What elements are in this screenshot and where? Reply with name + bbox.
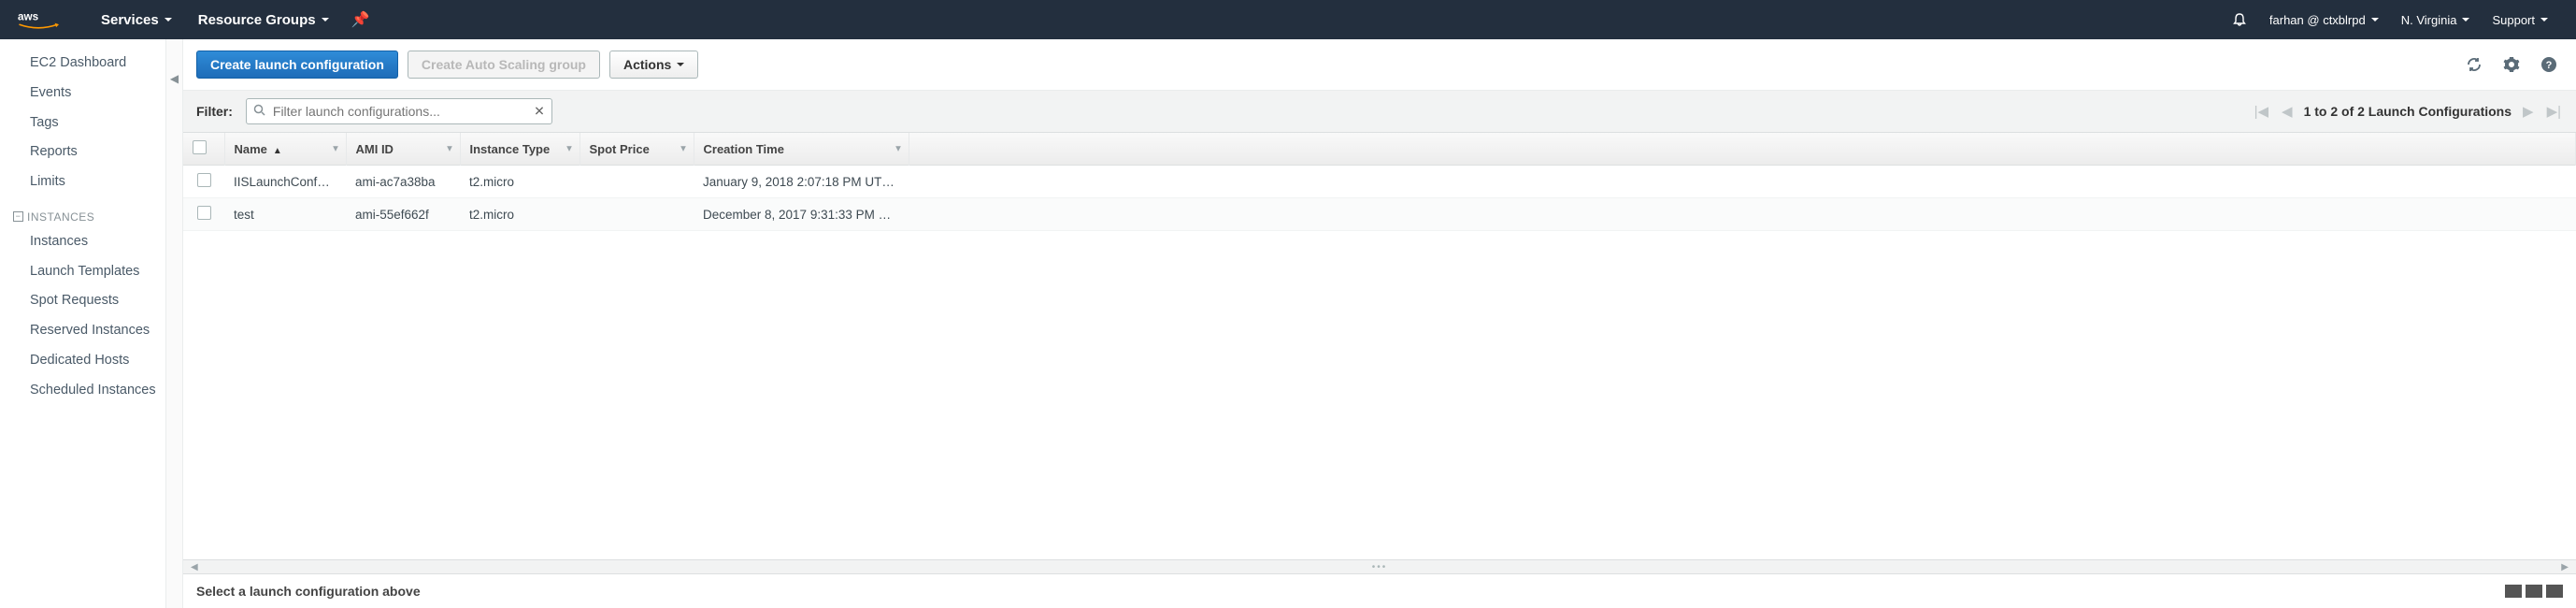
collapse-icon: − xyxy=(13,211,23,222)
region-menu[interactable]: N. Virginia xyxy=(2390,13,2482,27)
cell-created: January 9, 2018 2:07:18 PM UT… xyxy=(694,166,909,198)
top-nav: aws Services Resource Groups 📌 farhan @ … xyxy=(0,0,2576,39)
column-header-creation-time[interactable]: Creation Time▾ xyxy=(694,133,909,166)
clear-filter-icon[interactable]: ✕ xyxy=(534,104,545,120)
chevron-left-icon: ◀ xyxy=(170,72,179,85)
cell-created: December 8, 2017 9:31:33 PM … xyxy=(694,198,909,231)
sidebar-item-launch-templates[interactable]: Launch Templates xyxy=(0,257,165,287)
column-header-ami[interactable]: AMI ID▾ xyxy=(346,133,460,166)
services-menu[interactable]: Services xyxy=(88,0,185,39)
sidebar: EC2 Dashboard Events Tags Reports Limits… xyxy=(0,39,166,608)
chevron-right-icon: ▶ xyxy=(2561,562,2569,572)
account-label: farhan @ ctxblrpd xyxy=(2269,13,2366,27)
support-menu[interactable]: Support xyxy=(2481,13,2559,27)
sidebar-item-instances[interactable]: Instances xyxy=(0,227,165,257)
row-checkbox[interactable] xyxy=(197,206,211,220)
resource-groups-menu[interactable]: Resource Groups xyxy=(185,0,342,39)
sidebar-item-reports[interactable]: Reports xyxy=(0,138,165,167)
table-row[interactable]: test ami-55ef662f t2.micro December 8, 2… xyxy=(183,198,2576,231)
cell-ami: ami-55ef662f xyxy=(346,198,460,231)
settings-icon[interactable] xyxy=(2501,54,2522,75)
services-label: Services xyxy=(101,12,159,28)
sidebar-collapse-handle[interactable]: ◀ xyxy=(166,39,183,608)
pin-icon[interactable]: 📌 xyxy=(342,10,379,29)
column-menu-icon: ▾ xyxy=(680,144,685,154)
content-area: Create launch configuration Create Auto … xyxy=(183,39,2576,608)
cell-name: test xyxy=(224,198,346,231)
pagination: |◀ ◀ 1 to 2 of 2 Launch Configurations ▶… xyxy=(2253,103,2563,120)
cell-ami: ami-ac7a38ba xyxy=(346,166,460,198)
sidebar-item-events[interactable]: Events xyxy=(0,79,165,109)
chevron-down-icon xyxy=(165,18,172,22)
page-prev-icon[interactable]: ◀ xyxy=(2280,103,2295,120)
sidebar-item-tags[interactable]: Tags xyxy=(0,109,165,138)
resource-groups-label: Resource Groups xyxy=(198,12,316,28)
row-checkbox[interactable] xyxy=(197,173,211,187)
sidebar-group-label: INSTANCES xyxy=(27,210,94,224)
column-header-name[interactable]: Name▲▾ xyxy=(224,133,346,166)
sidebar-item-spot-requests[interactable]: Spot Requests xyxy=(0,286,165,316)
column-menu-icon: ▾ xyxy=(447,144,451,154)
view-mode-bottom[interactable] xyxy=(2505,585,2522,598)
column-menu-icon: ▾ xyxy=(895,144,900,154)
sidebar-group-instances[interactable]: − INSTANCES xyxy=(0,205,165,227)
sidebar-item-dedicated-hosts[interactable]: Dedicated Hosts xyxy=(0,346,165,376)
svg-text:aws: aws xyxy=(18,11,39,23)
select-all-checkbox[interactable] xyxy=(193,140,207,154)
region-label: N. Virginia xyxy=(2401,13,2457,27)
create-launch-configuration-button[interactable]: Create launch configuration xyxy=(196,51,398,79)
support-label: Support xyxy=(2492,13,2535,27)
chevron-down-icon xyxy=(2540,18,2548,22)
actions-label: Actions xyxy=(623,57,671,72)
sidebar-item-scheduled-instances[interactable]: Scheduled Instances xyxy=(0,376,165,406)
view-mode-full[interactable] xyxy=(2546,585,2563,598)
launch-configurations-table: Name▲▾ AMI ID▾ Instance Type▾ Spot Price… xyxy=(183,133,2576,231)
help-icon[interactable]: ? xyxy=(2539,54,2559,75)
detail-message: Select a launch configuration above xyxy=(196,584,421,599)
drag-grip-icon: ••• xyxy=(1372,562,1388,572)
column-header-spot-price[interactable]: Spot Price▾ xyxy=(580,133,694,166)
chevron-down-icon xyxy=(322,18,329,22)
sidebar-item-reserved-instances[interactable]: Reserved Instances xyxy=(0,316,165,346)
cell-spot xyxy=(580,166,694,198)
sort-asc-icon: ▲ xyxy=(273,146,282,156)
filter-bar: Filter: ✕ |◀ ◀ 1 to 2 of 2 Launch Config… xyxy=(183,91,2576,133)
filter-label: Filter: xyxy=(196,104,233,119)
action-bar: Create launch configuration Create Auto … xyxy=(183,39,2576,91)
aws-logo[interactable]: aws xyxy=(17,9,60,30)
table-row[interactable]: IISLaunchConf… ami-ac7a38ba t2.micro Jan… xyxy=(183,166,2576,198)
account-menu[interactable]: farhan @ ctxblrpd xyxy=(2258,13,2390,27)
actions-dropdown[interactable]: Actions xyxy=(609,51,698,79)
page-last-icon[interactable]: ▶| xyxy=(2545,103,2563,120)
sidebar-item-limits[interactable]: Limits xyxy=(0,167,165,197)
column-menu-icon: ▾ xyxy=(333,144,337,154)
page-first-icon[interactable]: |◀ xyxy=(2253,103,2270,120)
chevron-down-icon xyxy=(2462,18,2469,22)
refresh-icon[interactable] xyxy=(2464,54,2484,75)
page-status: 1 to 2 of 2 Launch Configurations xyxy=(2304,104,2512,119)
column-menu-icon: ▾ xyxy=(566,144,571,154)
view-mode-split[interactable] xyxy=(2526,585,2542,598)
main-layout: EC2 Dashboard Events Tags Reports Limits… xyxy=(0,39,2576,608)
column-header-instance-type[interactable]: Instance Type▾ xyxy=(460,133,580,166)
sidebar-item-ec2-dashboard[interactable]: EC2 Dashboard xyxy=(0,49,165,79)
page-next-icon[interactable]: ▶ xyxy=(2521,103,2536,120)
cell-type: t2.micro xyxy=(460,166,580,198)
detail-panel: Select a launch configuration above xyxy=(183,574,2576,608)
chevron-down-icon xyxy=(677,63,684,66)
horizontal-splitter[interactable]: ◀ ••• ▶ xyxy=(183,559,2576,574)
notifications-icon[interactable] xyxy=(2221,12,2258,27)
cell-spot xyxy=(580,198,694,231)
cell-type: t2.micro xyxy=(460,198,580,231)
cell-name: IISLaunchConf… xyxy=(224,166,346,198)
svg-text:?: ? xyxy=(2546,60,2553,71)
chevron-left-icon: ◀ xyxy=(191,562,198,572)
chevron-down-icon xyxy=(2371,18,2379,22)
filter-input[interactable] xyxy=(246,98,552,124)
create-auto-scaling-group-button: Create Auto Scaling group xyxy=(408,51,600,79)
